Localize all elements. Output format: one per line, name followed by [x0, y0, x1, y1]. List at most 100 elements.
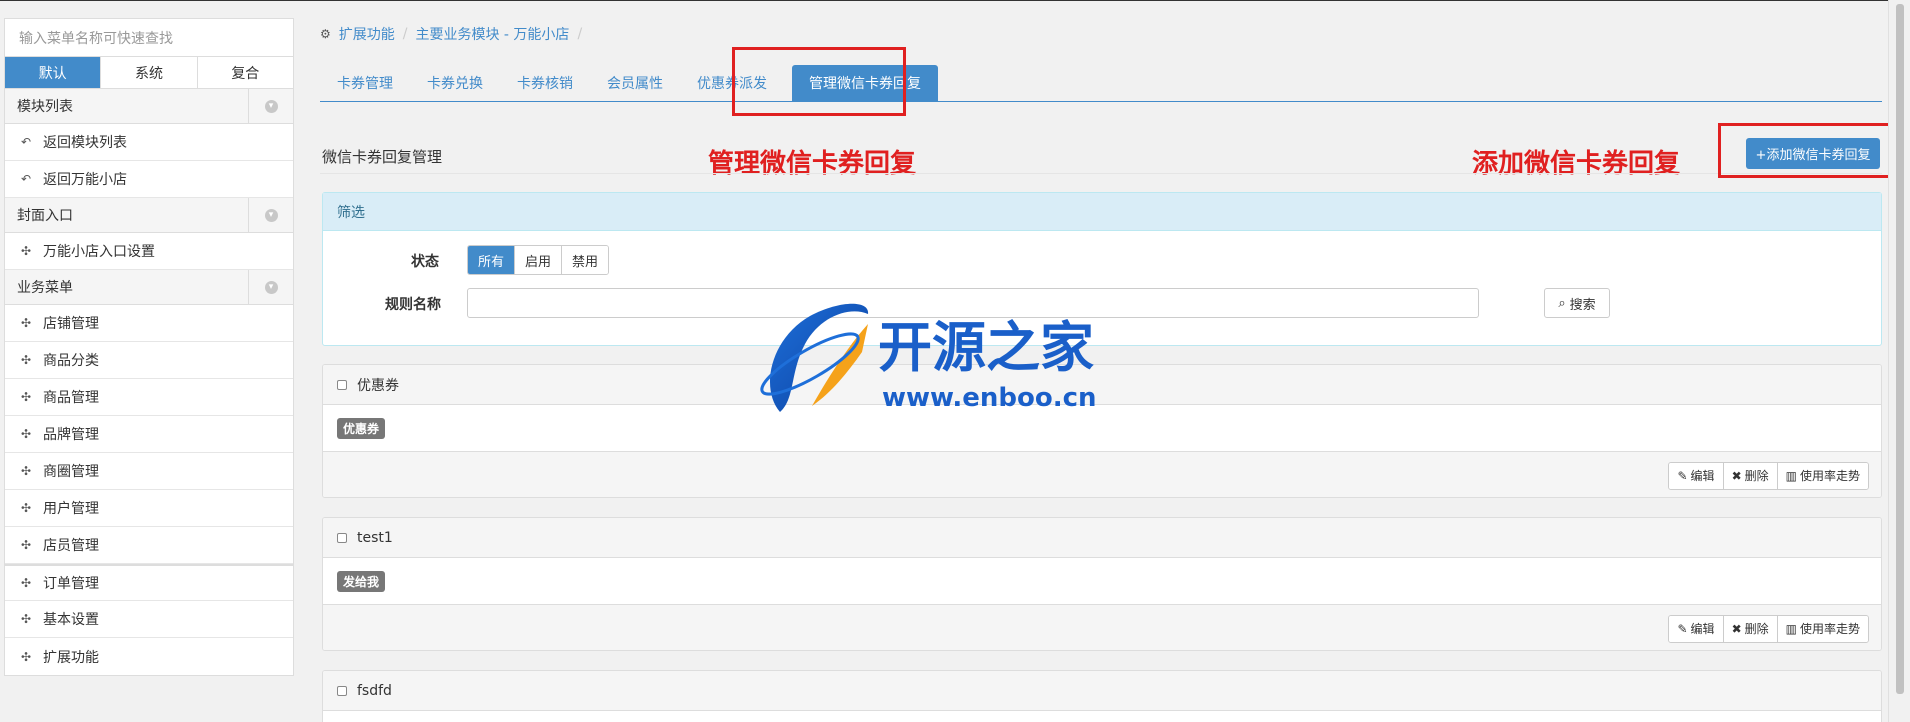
puzzle-icon: ✣: [20, 501, 32, 515]
keyword-badge: 优惠券: [337, 417, 386, 439]
delete-button[interactable]: ✖ 删除: [1723, 462, 1778, 489]
filter-header: 筛选: [323, 193, 1881, 231]
annotation-manage: 管理微信卡券回复: [708, 149, 917, 179]
delete-button[interactable]: ✖ 删除: [1723, 615, 1778, 642]
menu-item-brand[interactable]: ✣ 品牌管理: [5, 416, 293, 453]
gears-icon: ⚙: [320, 27, 331, 41]
status-all-button[interactable]: 所有: [468, 246, 516, 274]
watermark-url-text: www.enboo.cn: [882, 383, 1097, 413]
mode-default-button[interactable]: 默认: [5, 57, 102, 88]
card-title: test1: [357, 529, 393, 546]
reply-card: fsdfd: [322, 670, 1882, 722]
window-top-border: [0, 0, 1888, 1]
menu-item-category[interactable]: ✣ 商品分类: [5, 342, 293, 379]
tab-card-management[interactable]: 卡券管理: [320, 65, 410, 101]
menu-item-label: 商圈管理: [43, 464, 99, 480]
chevron-down-icon: ▾: [264, 280, 278, 294]
menu-item-label: 商品管理: [43, 390, 99, 406]
card-footer: ✎ 编辑 ✖ 删除 ▥ 使用率走势: [323, 604, 1881, 650]
collapse-toggle[interactable]: ▾: [248, 270, 293, 304]
card-title: 优惠券: [357, 377, 399, 394]
card-header: fsdfd: [323, 671, 1881, 711]
menu-item-goods[interactable]: ✣ 商品管理: [5, 379, 293, 416]
menu-item-label: 万能小店入口设置: [43, 244, 155, 260]
edit-button[interactable]: ✎ 编辑: [1669, 615, 1724, 642]
group-header-business[interactable]: 业务菜单 ▾: [5, 270, 293, 305]
menu-item-basic-settings[interactable]: ✣ 基本设置: [5, 601, 293, 638]
edit-icon: ✎: [1677, 621, 1688, 636]
highlight-box-add: [1718, 123, 1897, 178]
group-title: 封面入口: [17, 208, 73, 224]
group-header-cover[interactable]: 封面入口 ▾: [5, 198, 293, 233]
delete-label: 删除: [1744, 469, 1769, 483]
sidebar: 输入菜单名称可快速查找 默认 系统 复合 模块列表 ▾ ↶ 返回模块列表 ↶ 返回万…: [4, 18, 294, 676]
select-checkbox[interactable]: [337, 685, 347, 696]
watermark-brand-text: 开源之家: [878, 316, 1094, 379]
card-actions: ✎ 编辑 ✖ 删除 ▥ 使用率走势: [1668, 461, 1869, 490]
highlight-box-tab: [732, 47, 906, 116]
usage-trend-button[interactable]: ▥ 使用率走势: [1777, 462, 1868, 489]
puzzle-icon: ✣: [20, 612, 32, 626]
edit-label: 编辑: [1690, 622, 1715, 636]
group-header-modules[interactable]: 模块列表 ▾: [5, 89, 293, 124]
edit-button[interactable]: ✎ 编辑: [1669, 462, 1724, 489]
close-icon: ✖: [1731, 468, 1742, 483]
bar-chart-icon: ▥: [1785, 468, 1797, 483]
menu-item-district[interactable]: ✣ 商圈管理: [5, 453, 293, 490]
menu-item-shop[interactable]: ✣ 店铺管理: [5, 305, 293, 342]
menu-item-label: 订单管理: [43, 576, 99, 592]
puzzle-icon: ✣: [20, 649, 32, 664]
annotation-add: 添加微信卡券回复: [1472, 149, 1681, 179]
menu-item-users[interactable]: ✣ 用户管理: [5, 490, 293, 527]
menu-item-back-modules[interactable]: ↶ 返回模块列表: [5, 124, 293, 161]
puzzle-icon: ✣: [20, 353, 32, 367]
breadcrumb-link[interactable]: 扩展功能: [339, 24, 395, 44]
reply-icon: ↶: [20, 172, 32, 186]
tab-member-attributes[interactable]: 会员属性: [590, 65, 680, 101]
menu-item-orders[interactable]: ✣ 订单管理: [5, 564, 293, 601]
mode-composite-button[interactable]: 复合: [198, 57, 293, 88]
tab-card-exchange[interactable]: 卡券兑换: [410, 65, 500, 101]
collapse-toggle[interactable]: ▾: [248, 89, 293, 123]
usage-trend-button[interactable]: ▥ 使用率走势: [1777, 615, 1868, 642]
puzzle-icon: ✣: [20, 427, 32, 441]
status-label: 状态: [411, 254, 439, 270]
menu-search-input[interactable]: 输入菜单名称可快速查找: [5, 19, 293, 57]
reply-card: test1 发给我 ✎ 编辑 ✖ 删除 ▥ 使用率走势: [322, 517, 1882, 651]
status-filter: 所有 启用 禁用: [467, 245, 610, 275]
card-actions: ✎ 编辑 ✖ 删除 ▥ 使用率走势: [1668, 614, 1869, 643]
card-header: test1: [323, 518, 1881, 558]
usage-trend-label: 使用率走势: [1799, 622, 1860, 636]
tab-card-verify[interactable]: 卡券核销: [500, 65, 590, 101]
search-button[interactable]: ⌕ 搜索: [1544, 288, 1610, 318]
select-checkbox[interactable]: [337, 532, 347, 543]
puzzle-icon: ✣: [20, 576, 32, 590]
page-title: 微信卡券回复管理: [322, 148, 443, 166]
menu-item-extensions[interactable]: ✣ 扩展功能: [5, 638, 293, 675]
bar-chart-icon: ▥: [1785, 621, 1797, 636]
select-checkbox[interactable]: [337, 379, 347, 390]
status-enabled-button[interactable]: 启用: [515, 246, 563, 274]
status-disabled-button[interactable]: 禁用: [562, 246, 609, 274]
page-scrollbar[interactable]: [1888, 0, 1910, 722]
menu-item-back-store[interactable]: ↶ 返回万能小店: [5, 161, 293, 198]
tab-bar: 卡券管理 卡券兑换 卡券核销 会员属性 优惠券派发 管理微信卡券回复: [320, 65, 1882, 102]
breadcrumb-link[interactable]: 主要业务模块 - 万能小店: [415, 24, 569, 44]
menu-item-label: 返回模块列表: [43, 135, 127, 151]
card-footer: ✎ 编辑 ✖ 删除 ▥ 使用率走势: [323, 451, 1881, 497]
group-title: 模块列表: [17, 99, 73, 115]
menu-item-label: 用户管理: [43, 501, 99, 517]
card-title: fsdfd: [357, 682, 392, 699]
menu-item-label: 扩展功能: [43, 649, 99, 666]
menu-item-label: 品牌管理: [43, 427, 99, 443]
scrollbar-thumb[interactable]: [1896, 4, 1904, 694]
menu-item-clerks[interactable]: ✣ 店员管理: [5, 527, 293, 564]
usage-trend-label: 使用率走势: [1799, 469, 1860, 483]
collapse-toggle[interactable]: ▾: [248, 198, 293, 232]
menu-item-entry-settings[interactable]: ✣ 万能小店入口设置: [5, 233, 293, 270]
mode-system-button[interactable]: 系统: [101, 57, 198, 88]
close-icon: ✖: [1731, 621, 1742, 636]
puzzle-icon: ✣: [20, 538, 32, 552]
puzzle-icon: ✣: [20, 244, 32, 258]
keyword-badge: 发给我: [337, 570, 386, 592]
